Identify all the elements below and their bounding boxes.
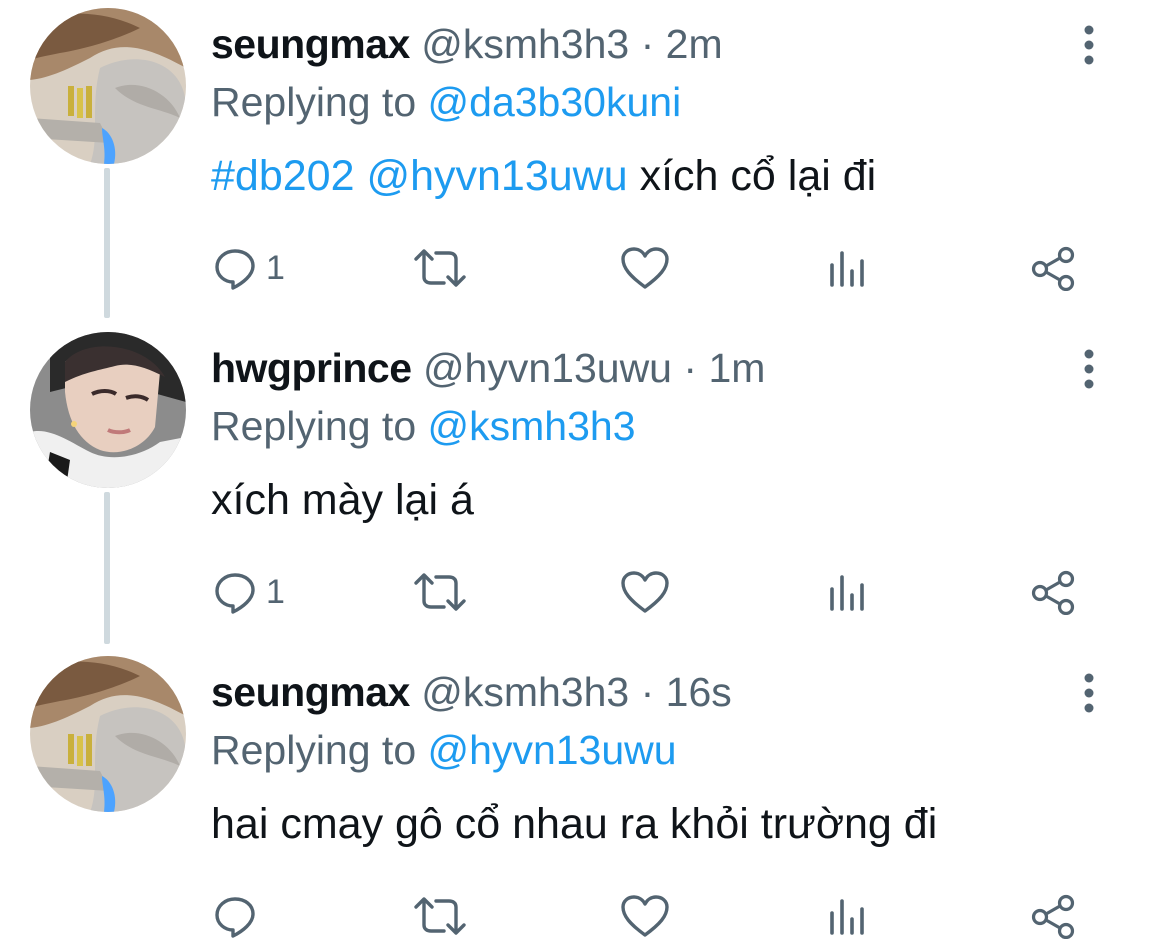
replying-to-mention[interactable]: @ksmh3h3 xyxy=(428,403,636,449)
tweet-text-content: hai cmay gô cổ nhau ra khỏi trường đi xyxy=(211,800,938,848)
separator-dot: · xyxy=(683,345,698,391)
more-vertical-icon xyxy=(1084,673,1094,713)
share-icon xyxy=(1031,570,1075,615)
avatar[interactable] xyxy=(30,8,186,164)
tweet-header: seungmax @ksmh3h3 · 16s xyxy=(211,666,732,718)
more-options-button[interactable] xyxy=(1072,346,1106,392)
timestamp[interactable]: 2m xyxy=(666,21,723,67)
replying-to-mention[interactable]: @hyvn13uwu xyxy=(428,727,677,773)
tweet[interactable]: seungmax @ksmh3h3 · 16s Replying to @hyv… xyxy=(0,656,1152,947)
tweet-text: hai cmay gô cổ nhau ra khỏi trường đi xyxy=(211,796,937,852)
tweet-text: #db202 @hyvn13uwu xích cổ lại đi xyxy=(211,148,876,204)
tweet-text-content: xích cổ lại đi xyxy=(639,152,877,200)
share-icon xyxy=(1031,894,1075,939)
reply-icon xyxy=(215,249,255,290)
share-button[interactable] xyxy=(1028,562,1078,622)
display-name[interactable]: hwgprince xyxy=(211,345,412,391)
heart-icon xyxy=(621,247,669,289)
tweet-header: hwgprince @hyvn13uwu · 1m xyxy=(211,342,765,394)
tweet-text: xích mày lại á xyxy=(211,472,474,528)
reply-button[interactable]: 1 xyxy=(212,238,285,298)
mention-link[interactable]: @hyvn13uwu xyxy=(366,152,627,200)
like-button[interactable] xyxy=(620,886,670,946)
tweet-actions: 1 xyxy=(0,238,1152,298)
analytics-icon xyxy=(830,575,864,611)
retweet-icon xyxy=(414,573,466,611)
timestamp[interactable]: 1m xyxy=(708,345,765,391)
reply-count: 1 xyxy=(266,572,285,611)
tweet-actions: 1 xyxy=(0,562,1152,622)
reply-count: 1 xyxy=(266,248,285,287)
replying-to-mention[interactable]: @da3b30kuni xyxy=(428,79,682,125)
more-vertical-icon xyxy=(1084,349,1094,389)
hashtag-link[interactable]: #db202 xyxy=(211,152,355,200)
more-options-button[interactable] xyxy=(1072,670,1106,716)
separator-dot: · xyxy=(640,21,655,67)
share-button[interactable] xyxy=(1028,886,1078,946)
avatar[interactable] xyxy=(30,332,186,488)
tweet[interactable]: seungmax @ksmh3h3 · 2m Replying to @da3b… xyxy=(0,8,1152,298)
display-name[interactable]: seungmax xyxy=(211,669,410,715)
replying-to-label: Replying to xyxy=(211,403,417,449)
analytics-icon xyxy=(830,899,864,935)
tweet-header: seungmax @ksmh3h3 · 2m xyxy=(211,18,723,70)
retweet-button[interactable] xyxy=(412,886,468,946)
retweet-icon xyxy=(414,249,466,287)
reply-button[interactable] xyxy=(212,886,266,946)
views-button[interactable] xyxy=(826,238,870,298)
user-handle[interactable]: @ksmh3h3 xyxy=(421,669,629,715)
timestamp[interactable]: 16s xyxy=(666,669,732,715)
replying-to-line: Replying to @ksmh3h3 xyxy=(211,400,636,452)
display-name[interactable]: seungmax xyxy=(211,21,410,67)
separator-dot: · xyxy=(640,669,655,715)
more-vertical-icon xyxy=(1084,25,1094,65)
avatar[interactable] xyxy=(30,656,186,812)
views-button[interactable] xyxy=(826,886,870,946)
avatar-hwgprince-image xyxy=(30,332,186,488)
reply-button[interactable]: 1 xyxy=(212,562,285,622)
tweet[interactable]: hwgprince @hyvn13uwu · 1m Replying to @k… xyxy=(0,332,1152,622)
share-icon xyxy=(1031,246,1075,291)
heart-icon xyxy=(621,895,669,937)
replying-to-line: Replying to @hyvn13uwu xyxy=(211,724,677,776)
retweet-button[interactable] xyxy=(412,562,468,622)
heart-icon xyxy=(621,571,669,613)
views-button[interactable] xyxy=(826,562,870,622)
reply-icon xyxy=(215,897,255,938)
tweet-actions xyxy=(0,886,1152,946)
more-options-button[interactable] xyxy=(1072,22,1106,68)
user-handle[interactable]: @ksmh3h3 xyxy=(421,21,629,67)
like-button[interactable] xyxy=(620,562,670,622)
share-button[interactable] xyxy=(1028,238,1078,298)
retweet-icon xyxy=(414,897,466,935)
reply-icon xyxy=(215,573,255,614)
user-handle[interactable]: @hyvn13uwu xyxy=(423,345,672,391)
avatar-seungmax-image xyxy=(30,656,186,812)
replying-to-line: Replying to @da3b30kuni xyxy=(211,76,681,128)
avatar-seungmax-image xyxy=(30,8,186,164)
replying-to-label: Replying to xyxy=(211,79,417,125)
like-button[interactable] xyxy=(620,238,670,298)
retweet-button[interactable] xyxy=(412,238,468,298)
tweet-text-content: xích mày lại á xyxy=(211,476,474,524)
analytics-icon xyxy=(830,251,864,287)
replying-to-label: Replying to xyxy=(211,727,417,773)
